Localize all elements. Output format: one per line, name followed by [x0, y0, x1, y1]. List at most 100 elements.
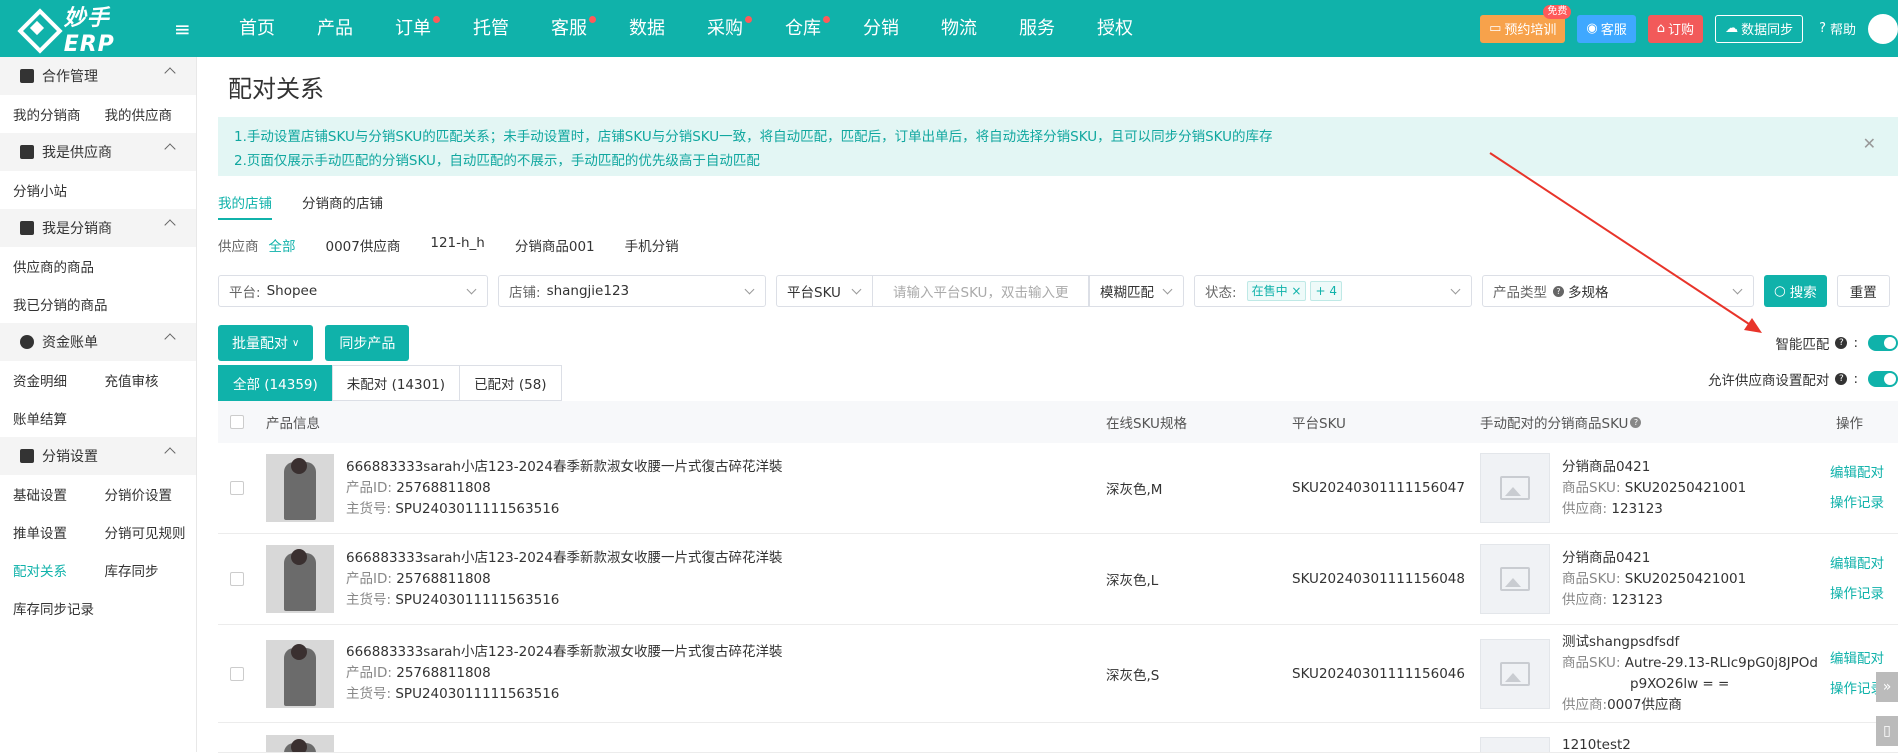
user-avatar-icon[interactable] — [1868, 14, 1898, 44]
status-tag-label: 在售中 — [1252, 284, 1288, 298]
sidebar-item-supplier-products[interactable]: 供应商的商品 — [13, 256, 193, 276]
nav-logistics[interactable]: 物流 — [920, 0, 998, 57]
sidebar-item-fund-details[interactable]: 资金明细 — [13, 370, 105, 390]
close-icon[interactable]: × — [1291, 284, 1301, 298]
nav-hosting[interactable]: 托管 — [452, 0, 530, 57]
nav-services[interactable]: 服务 — [998, 0, 1076, 57]
tab-my-shop[interactable]: 我的店铺 — [218, 192, 272, 220]
sidebar-group-cooperation[interactable]: 合作管理 — [0, 57, 196, 95]
sidebar-item-recharge-review[interactable]: 充值审核 — [105, 370, 197, 390]
chevron-up-icon — [164, 333, 175, 344]
sidebar-item-visibility-rules[interactable]: 分销可见规则 — [105, 522, 197, 542]
select-all-checkbox[interactable] — [230, 415, 244, 429]
sidebar-item-basic-settings[interactable]: 基础设置 — [13, 484, 105, 504]
sidebar-item-my-distributors[interactable]: 我的分销商 — [13, 104, 105, 124]
group-title: 合作管理 — [42, 66, 98, 86]
status-select[interactable]: 状态: 在售中 × + 4 — [1194, 275, 1472, 307]
dist-sku-value: Autre-29.13-RLIc9pG0j8JPOd — [1625, 655, 1818, 671]
sidebar-item-price-settings[interactable]: 分销价设置 — [105, 484, 197, 504]
sidebar-item-pairing[interactable]: 配对关系 — [13, 560, 105, 580]
operation-log-link[interactable]: 操作记录 — [1830, 579, 1898, 609]
reset-button[interactable]: 重置 — [1837, 275, 1890, 307]
supplier-option[interactable]: 手机分销 — [625, 235, 679, 255]
clipboard-icon — [20, 145, 34, 159]
expand-panel-icon[interactable]: » — [1876, 672, 1898, 702]
match-mode-select[interactable]: 模糊匹配 — [1089, 275, 1184, 307]
nav-service[interactable]: 客服 — [530, 0, 608, 57]
row-checkbox[interactable] — [230, 481, 244, 495]
nav-authorize[interactable]: 授权 — [1076, 0, 1154, 57]
nav-product[interactable]: 产品 — [296, 0, 374, 57]
main-nav: 首页 产品 订单 托管 客服 数据 采购 仓库 分销 物流 服务 授权 — [218, 0, 1154, 57]
supplier-option[interactable]: 分销商品001 — [515, 235, 595, 255]
supplier-option[interactable]: 121-h_h — [430, 235, 485, 255]
supplier-option-all[interactable]: 全部 — [269, 235, 296, 255]
status-tag[interactable]: 在售中 × — [1247, 281, 1307, 301]
sidebar-item-push-settings[interactable]: 推单设置 — [13, 522, 105, 542]
row-checkbox[interactable] — [230, 667, 244, 681]
nav-order[interactable]: 订单 — [374, 0, 452, 57]
smart-match-switch[interactable] — [1868, 335, 1898, 351]
clipboard-icon — [20, 221, 34, 235]
sidebar-group-distributor[interactable]: 我是分销商 — [0, 209, 196, 247]
sidebar-group-dist-settings[interactable]: 分销设置 — [0, 437, 196, 475]
nav-warehouse[interactable]: 仓库 — [764, 0, 842, 57]
notice-line-1: 1.手动设置店铺SKU与分销SKU的匹配关系；未手动设置时，店铺SKU与分销SK… — [234, 125, 1882, 149]
image-placeholder-icon — [1480, 639, 1550, 709]
tab-unpaired[interactable]: 未配对 (14301) — [332, 365, 460, 401]
chevron-down-icon — [1451, 285, 1461, 295]
tab-paired[interactable]: 已配对 (58) — [459, 365, 562, 401]
dist-product-name: 分销商品0421 — [1562, 457, 1746, 478]
product-thumbnail[interactable] — [266, 545, 334, 613]
supplier-option[interactable]: 0007供应商 — [326, 235, 401, 255]
batch-pair-button[interactable]: 批量配对 ∨ — [218, 325, 313, 361]
allow-supplier-switch[interactable] — [1868, 371, 1898, 387]
training-button[interactable]: ▭ 预约培训 免费 — [1480, 15, 1565, 43]
sidebar-item-dist-station[interactable]: 分销小站 — [13, 180, 105, 200]
service-button[interactable]: ◉ 客服 — [1577, 15, 1635, 43]
platform-select[interactable]: 平台: Shopee — [218, 275, 488, 307]
product-id: 25768811808 — [396, 571, 490, 587]
close-icon[interactable]: ✕ — [1863, 132, 1876, 156]
sidebar-item-my-suppliers[interactable]: 我的供应商 — [105, 104, 197, 124]
operation-log-link[interactable]: 操作记录 — [1830, 488, 1898, 518]
product-title[interactable]: 666883333sarah小店123-2024春季新款淑女收腰一片式復古碎花洋… — [346, 642, 782, 663]
edit-pair-link[interactable]: 编辑配对 — [1830, 458, 1898, 488]
sku-search-input[interactable]: 请输入平台SKU，双击输入更 — [873, 275, 1089, 307]
sidebar-item-stock-sync[interactable]: 库存同步 — [105, 560, 197, 580]
sync-product-button[interactable]: 同步产品 — [325, 325, 409, 361]
sidebar-item-my-distributed[interactable]: 我已分销的商品 — [13, 294, 193, 314]
tab-all[interactable]: 全部 (14359) — [218, 365, 333, 401]
product-title[interactable]: 666883333sarah小店123-2024春季新款淑女收腰一片式復古碎花洋… — [346, 457, 782, 478]
group-title: 资金账单 — [42, 332, 98, 352]
help-button[interactable]: ? 帮助 — [1815, 15, 1860, 43]
nav-home[interactable]: 首页 — [218, 0, 296, 57]
edit-pair-link[interactable]: 编辑配对 — [1830, 644, 1898, 674]
product-thumbnail[interactable] — [266, 454, 334, 522]
product-thumbnail[interactable] — [266, 640, 334, 708]
search-button[interactable]: ○ 搜索 — [1764, 275, 1827, 307]
smart-match-label: 智能匹配 — [1775, 333, 1829, 353]
sidebar-group-funds[interactable]: 资金账单 — [0, 323, 196, 361]
subscribe-button[interactable]: ⌂ 订购 — [1648, 15, 1703, 43]
menu-toggle-icon[interactable]: ≡ — [174, 17, 198, 41]
sidebar-item-stock-sync-log[interactable]: 库存同步记录 — [13, 598, 193, 618]
product-type-select[interactable]: 产品类型 ? 多规格 — [1482, 275, 1754, 307]
shop-select[interactable]: 店铺: shangjie123 — [498, 275, 766, 307]
product-title[interactable]: 666883333sarah小店123-2024春季新款淑女收腰一片式復古碎花洋… — [346, 548, 782, 569]
sku-type-select[interactable]: 平台SKU — [776, 275, 873, 307]
app-logo[interactable]: 妙手ERP — [18, 9, 160, 49]
mobile-icon[interactable]: ▯ — [1876, 716, 1898, 746]
nav-purchase[interactable]: 采购 — [686, 0, 764, 57]
nav-data[interactable]: 数据 — [608, 0, 686, 57]
tab-distributor-shop[interactable]: 分销商的店铺 — [302, 192, 383, 220]
row-checkbox[interactable] — [230, 572, 244, 586]
sidebar-item-bill-settlement[interactable]: 账单结算 — [13, 408, 105, 428]
edit-pair-link[interactable]: 编辑配对 — [1830, 549, 1898, 579]
match-mode-value: 模糊匹配 — [1100, 281, 1154, 301]
data-sync-button[interactable]: ☁ 数据同步 — [1715, 15, 1803, 43]
product-thumbnail[interactable] — [266, 735, 334, 753]
dist-sku-value-cont: p9XO26lw = = — [1562, 674, 1818, 695]
nav-distribution[interactable]: 分销 — [842, 0, 920, 57]
sidebar-group-supplier[interactable]: 我是供应商 — [0, 133, 196, 171]
